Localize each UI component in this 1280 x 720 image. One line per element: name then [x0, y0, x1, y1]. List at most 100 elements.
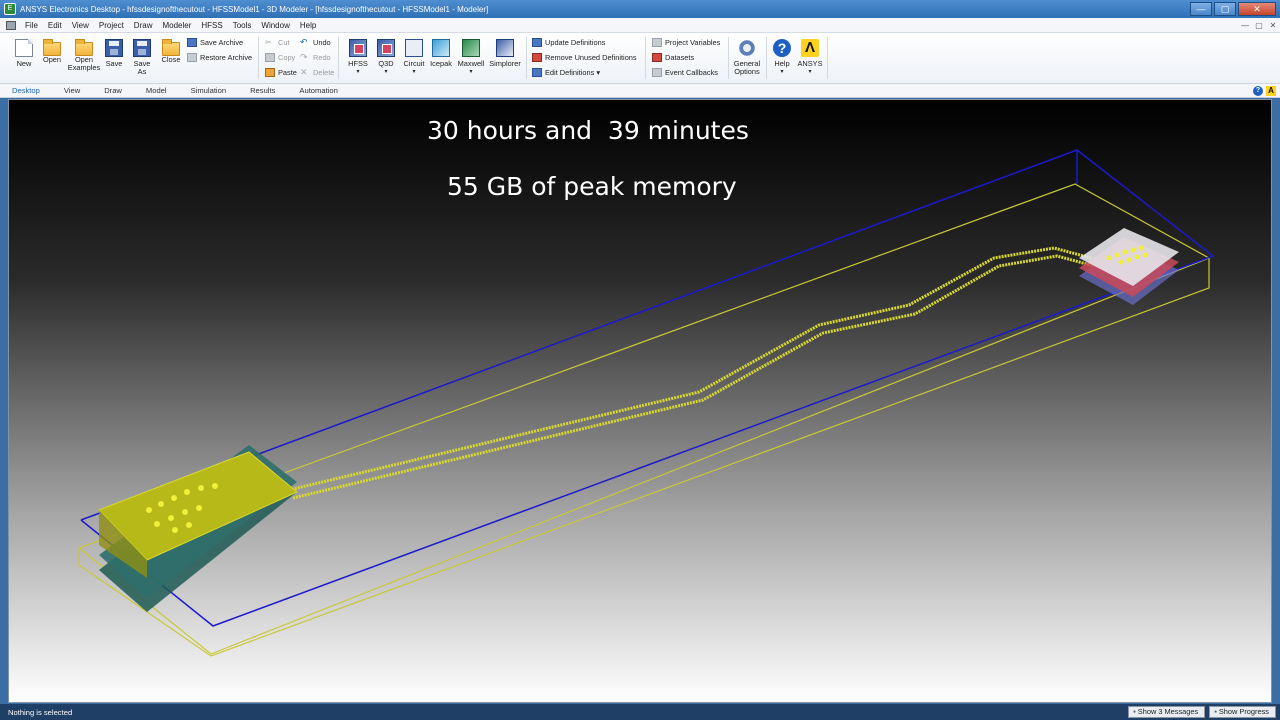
- copy-icon: [265, 53, 275, 62]
- modeler-viewport[interactable]: 30 hours and 39 minutes 55 GB of peak me…: [8, 99, 1272, 703]
- menu-project[interactable]: Project: [94, 21, 129, 30]
- update-definitions-icon: [532, 38, 542, 47]
- ansys-logo-icon: Λ: [801, 39, 819, 57]
- edit-definitions-button[interactable]: Edit Definitions ▾: [532, 68, 600, 77]
- open-folder-icon: [43, 39, 61, 56]
- undo-icon: ↶: [300, 37, 308, 47]
- redo-label: Redo: [313, 53, 331, 62]
- menu-draw[interactable]: Draw: [129, 21, 158, 30]
- ribbon-separator: [338, 37, 339, 79]
- restore-archive-button[interactable]: Restore Archive: [187, 53, 252, 62]
- show-progress-button[interactable]: Show Progress: [1209, 706, 1276, 718]
- save-as-label: Save As: [133, 59, 151, 76]
- redo-icon: ↷: [300, 52, 308, 62]
- mdi-minimize-button[interactable]: —: [1238, 21, 1252, 30]
- menu-view[interactable]: View: [67, 21, 94, 30]
- menu-edit[interactable]: Edit: [43, 21, 67, 30]
- datasets-label: Datasets: [665, 53, 695, 62]
- close-button[interactable]: ✕: [1238, 2, 1276, 16]
- update-definitions-button[interactable]: Update Definitions: [532, 38, 605, 47]
- simplorer-icon: [496, 39, 514, 57]
- save-as-button[interactable]: Save As: [131, 39, 153, 76]
- status-bar: Nothing is selected Show 3 Messages Show…: [0, 704, 1280, 720]
- right-package: [1079, 228, 1179, 305]
- open-examples-label: Open Examples: [67, 55, 101, 72]
- undo-button[interactable]: ↶ Undo: [300, 37, 331, 48]
- hfss-icon: [349, 39, 367, 57]
- help-label: Help: [774, 59, 790, 68]
- tab-model[interactable]: Model: [134, 86, 179, 95]
- help-small-icon[interactable]: ?: [1253, 85, 1263, 96]
- redo-button[interactable]: ↷ Redo: [300, 52, 331, 63]
- datasets-button[interactable]: Datasets: [652, 53, 694, 62]
- ribbon-separator: [258, 37, 259, 79]
- save-archive-label: Save Archive: [200, 38, 244, 47]
- menu-modeler[interactable]: Modeler: [157, 21, 196, 30]
- circuit-button[interactable]: Circuit ▾: [401, 39, 427, 76]
- region-top-edge: [80, 149, 1215, 627]
- maxwell-button[interactable]: Maxwell ▾: [456, 39, 486, 76]
- save-label: Save: [105, 59, 123, 68]
- close-project-label: Close: [161, 55, 181, 64]
- icepak-icon: [432, 39, 450, 57]
- q3d-dropdown-icon: ▾: [384, 69, 388, 75]
- show-messages-button[interactable]: Show 3 Messages: [1128, 706, 1206, 718]
- close-project-button[interactable]: Close: [160, 39, 182, 64]
- menu-hfss[interactable]: HFSS: [196, 21, 227, 30]
- menu-window[interactable]: Window: [256, 21, 294, 30]
- ansys-button[interactable]: Λ ANSYS ▾: [797, 39, 823, 76]
- tab-automation[interactable]: Automation: [287, 86, 349, 95]
- ansys-small-icon[interactable]: A: [1266, 85, 1276, 96]
- hfss-dropdown-icon: ▾: [356, 69, 360, 75]
- q3d-button[interactable]: Q3D ▾: [374, 39, 398, 76]
- tab-view[interactable]: View: [52, 86, 92, 95]
- general-options-button[interactable]: General Options: [732, 39, 762, 76]
- tab-desktop[interactable]: Desktop: [0, 86, 52, 95]
- menu-tools[interactable]: Tools: [228, 21, 257, 30]
- simplorer-button[interactable]: Simplorer: [488, 39, 522, 68]
- minimize-button[interactable]: —: [1190, 2, 1212, 16]
- mdi-close-button[interactable]: ✕: [1266, 21, 1280, 30]
- help-button[interactable]: ? Help ▾: [771, 39, 793, 76]
- menu-file[interactable]: File: [20, 21, 43, 30]
- ribbon: New Open Open Examples Save Save As Clos…: [0, 33, 1280, 84]
- ribbon-separator: [728, 37, 729, 79]
- ribbon-separator: [766, 37, 767, 79]
- save-button[interactable]: Save: [104, 39, 124, 68]
- update-definitions-label: Update Definitions: [545, 38, 606, 47]
- open-examples-button[interactable]: Open Examples: [66, 39, 102, 72]
- delete-button[interactable]: ✕ Delete: [300, 68, 334, 78]
- new-button[interactable]: New: [14, 39, 34, 68]
- document-menu-icon[interactable]: [6, 20, 16, 30]
- copy-label: Copy: [278, 53, 296, 62]
- save-archive-button[interactable]: Save Archive: [187, 38, 243, 47]
- tab-draw[interactable]: Draw: [92, 86, 134, 95]
- open-button[interactable]: Open: [40, 39, 64, 64]
- substrate-outline: [78, 183, 1211, 657]
- maxwell-dropdown-icon: ▾: [469, 69, 473, 75]
- remove-definitions-icon: [532, 53, 542, 62]
- remove-unused-definitions-button[interactable]: Remove Unused Definitions: [532, 53, 637, 62]
- event-callbacks-button[interactable]: Event Callbacks: [652, 68, 718, 77]
- general-options-label: General Options: [733, 59, 761, 76]
- differential-traces: [288, 246, 1095, 500]
- menu-help[interactable]: Help: [295, 21, 321, 30]
- left-package: [98, 445, 298, 612]
- icepak-button[interactable]: Icepak: [429, 39, 453, 68]
- tab-simulation[interactable]: Simulation: [179, 86, 238, 95]
- cut-button[interactable]: ✂ Cut: [265, 38, 290, 47]
- copy-button[interactable]: Copy: [265, 53, 295, 62]
- hfss-button[interactable]: HFSS ▾: [346, 39, 370, 76]
- tab-results[interactable]: Results: [238, 86, 287, 95]
- paste-button[interactable]: Paste: [265, 68, 297, 77]
- ansys-edt-icon[interactable]: E: [4, 3, 16, 15]
- save-as-icon: [133, 39, 151, 57]
- mdi-restore-button[interactable]: ▢: [1252, 21, 1266, 30]
- project-variables-icon: [652, 38, 662, 47]
- scissors-icon: ✂: [265, 38, 272, 47]
- maximize-button[interactable]: ▢: [1214, 2, 1236, 16]
- simulation-time-caption: 30 hours and 39 minutes: [427, 116, 749, 145]
- event-callbacks-icon: [652, 68, 662, 77]
- paste-icon: [265, 68, 275, 77]
- project-variables-button[interactable]: Project Variables: [652, 38, 720, 47]
